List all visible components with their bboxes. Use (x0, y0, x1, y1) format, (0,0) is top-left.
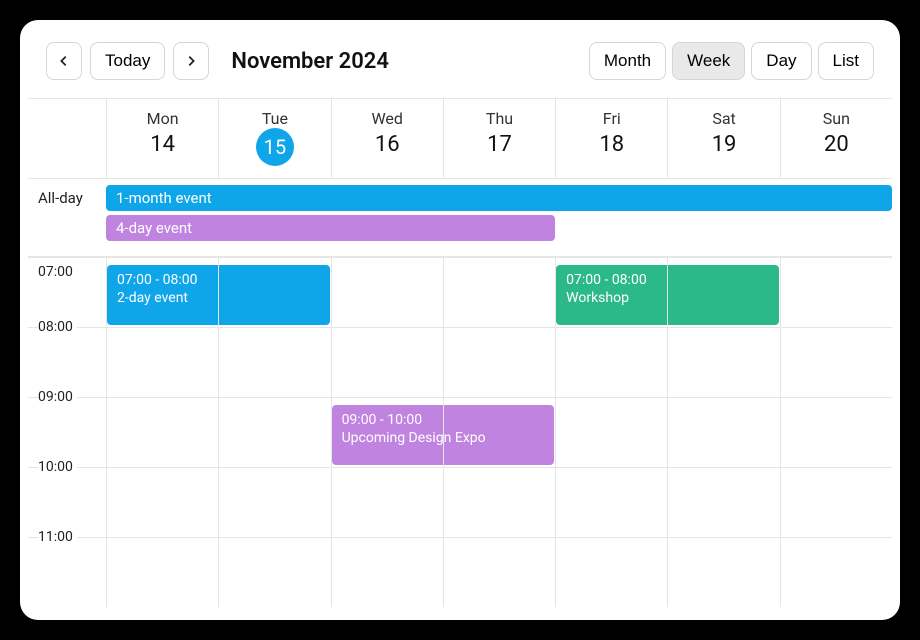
day-number: 14 (107, 132, 218, 157)
day-number: 17 (444, 132, 555, 157)
next-button[interactable] (173, 42, 209, 80)
allday-label: All-day (28, 179, 106, 256)
day-of-week: Tue (219, 109, 330, 128)
hour-label: 07:00 (38, 264, 77, 280)
day-of-week: Sun (781, 109, 892, 128)
day-of-week: Fri (556, 109, 667, 128)
time-grid: 07:00 08:00 09:00 10:00 11:00 07:00 - 08:002… (28, 257, 892, 607)
day-header[interactable]: Wed 16 (331, 99, 443, 178)
day-of-week: Wed (332, 109, 443, 128)
day-of-week: Thu (444, 109, 555, 128)
chevron-left-icon (57, 54, 71, 68)
toolbar: Today November 2024 MonthWeekDayList (28, 42, 892, 98)
day-header-row: Mon 14Tue15Wed 16Thu 17Fri 18Sat 19Sun 20 (28, 99, 892, 179)
day-header[interactable]: Thu 17 (443, 99, 555, 178)
day-header[interactable]: Tue15 (218, 99, 330, 178)
day-number: 18 (556, 132, 667, 157)
day-of-week: Sat (668, 109, 779, 128)
view-day-button[interactable]: Day (751, 42, 811, 80)
allday-row: All-day 1-month event 4-day event (28, 179, 892, 257)
today-button[interactable]: Today (90, 42, 165, 80)
day-column[interactable] (218, 257, 330, 607)
day-column[interactable]: 07:00 - 08:002-day event (106, 257, 218, 607)
day-column[interactable]: 09:00 - 10:00Upcoming Design Expo (331, 257, 443, 607)
day-column[interactable] (780, 257, 892, 607)
hour-label: 10:00 (38, 459, 77, 475)
day-header[interactable]: Fri 18 (555, 99, 667, 178)
view-switcher: MonthWeekDayList (589, 42, 874, 80)
day-header[interactable]: Sun 20 (780, 99, 892, 178)
hour-label: 11:00 (38, 529, 77, 545)
current-period-title: November 2024 (231, 49, 389, 74)
view-month-button[interactable]: Month (589, 42, 666, 80)
hour-label: 08:00 (38, 319, 77, 335)
allday-event[interactable]: 1-month event (106, 185, 892, 211)
calendar-grid: Mon 14Tue15Wed 16Thu 17Fri 18Sat 19Sun 20 All-… (28, 98, 892, 607)
day-of-week: Mon (107, 109, 218, 128)
day-header[interactable]: Mon 14 (106, 99, 218, 178)
view-week-button[interactable]: Week (672, 42, 745, 80)
day-column[interactable] (667, 257, 779, 607)
allday-event[interactable]: 4-day event (106, 215, 555, 241)
view-list-button[interactable]: List (818, 42, 874, 80)
calendar-app: Today November 2024 MonthWeekDayList Mon… (20, 20, 900, 620)
day-column[interactable]: 07:00 - 08:00Workshop (555, 257, 667, 607)
chevron-right-icon (184, 54, 198, 68)
day-header[interactable]: Sat 19 (667, 99, 779, 178)
day-number: 20 (781, 132, 892, 157)
day-column[interactable] (443, 257, 555, 607)
prev-button[interactable] (46, 42, 82, 80)
day-number: 19 (668, 132, 779, 157)
hour-label: 09:00 (38, 389, 77, 405)
day-number: 15 (219, 128, 330, 166)
day-number: 16 (332, 132, 443, 157)
